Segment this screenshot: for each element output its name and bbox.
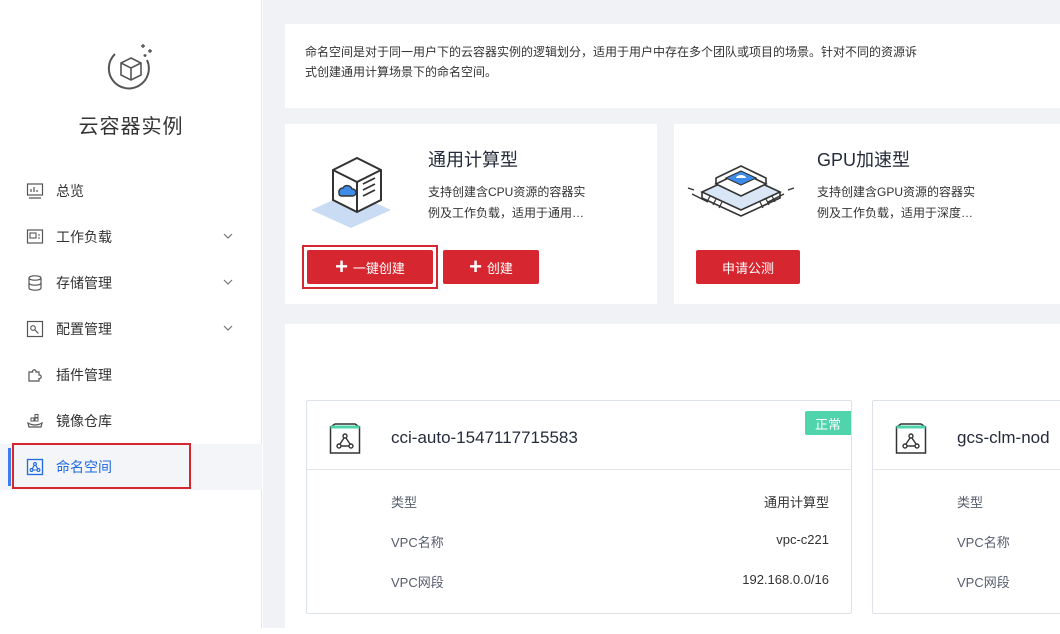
sidebar-item-config[interactable]: 配置管理 — [0, 306, 262, 352]
sidebar-item-label: 镜像仓库 — [56, 413, 112, 429]
sidebar-item-storage[interactable]: 存储管理 — [0, 260, 262, 306]
sidebar-item-image-repo[interactable]: 镜像仓库 — [0, 398, 262, 444]
general-compute-desc: 支持创建含CPU资源的容器实 例及工作负载，适用于通用… — [428, 182, 638, 224]
sidebar-item-label: 工作负载 — [56, 229, 112, 245]
namespace-card[interactable]: gcs-clm-nod 类型 VPC名称 VPC网段 — [872, 400, 1060, 614]
sidebar-nav: 总览 工作负载 存储管理 配置管理 插件管理 镜像仓库 命名空间 — [0, 168, 262, 490]
row-value: vpc-c221 — [776, 532, 829, 547]
namespace-name[interactable]: gcs-clm-nod — [957, 428, 1050, 448]
puzzle-icon — [28, 369, 42, 382]
sidebar-item-label: 存储管理 — [56, 275, 112, 291]
row-key: VPC网段 — [957, 575, 1010, 590]
namespace-vpc-name-row: VPC名称 vpc-c221 — [391, 532, 829, 552]
namespace-description: 命名空间是对于同一用户下的云容器实例的逻辑划分，适用于用户中存在多个团队或项目的… — [285, 24, 1060, 108]
description-line-1: 命名空间是对于同一用户下的云容器实例的逻辑划分，适用于用户中存在多个团队或项目的… — [305, 45, 918, 59]
sidebar-item-workload[interactable]: 工作负载 — [0, 214, 262, 260]
sidebar: 云容器实例 总览 工作负载 存储管理 配置管理 插件管理 镜像仓库 命名空间 — [0, 0, 262, 628]
button-label: 创建 — [486, 260, 513, 276]
product-logo — [0, 38, 262, 99]
gpu-accelerated-card: GPU加速型 支持创建含GPU资源的容器实 例及工作负载，适用于深度… 申请公测 — [674, 124, 1060, 304]
button-label: 一键创建 — [352, 260, 405, 276]
row-key: VPC网段 — [391, 575, 444, 590]
row-value: 通用计算型 — [763, 495, 829, 510]
card-divider — [307, 469, 851, 470]
status-badge: 正常 — [805, 411, 851, 435]
namespace-icon — [895, 423, 927, 454]
namespace-icon — [329, 423, 361, 454]
dashboard-icon — [26, 183, 44, 199]
chevron-down-icon[interactable] — [222, 276, 234, 288]
cci-logo-icon — [107, 44, 152, 90]
general-compute-icon — [311, 156, 391, 228]
plus-icon: + — [335, 254, 348, 279]
row-key: 类型 — [391, 495, 418, 510]
sidebar-item-plugins[interactable]: 插件管理 — [0, 352, 262, 398]
sidebar-item-label: 插件管理 — [56, 367, 112, 383]
row-key: VPC名称 — [391, 535, 444, 550]
workload-icon — [26, 229, 44, 244]
general-compute-title: 通用计算型 — [428, 150, 518, 170]
button-label: 申请公测 — [721, 260, 774, 276]
namespace-vpc-cidr-row: VPC网段 192.168.0.0/16 — [391, 572, 829, 592]
gpu-title: GPU加速型 — [817, 150, 911, 170]
namespace-vpc-name-row: VPC名称 — [957, 532, 1060, 552]
apply-beta-button[interactable]: 申请公测 — [696, 250, 800, 284]
namespace-card[interactable]: cci-auto-1547117715583 正常 类型 通用计算型 VPC名称… — [306, 400, 852, 614]
namespace-name[interactable]: cci-auto-1547117715583 — [391, 428, 578, 448]
one-click-create-button[interactable]: + 一键创建 — [307, 250, 433, 284]
main-content: 命名空间是对于同一用户下的云容器实例的逻辑划分，适用于用户中存在多个团队或项目的… — [263, 0, 1060, 634]
repository-icon — [27, 414, 43, 428]
sidebar-item-label: 配置管理 — [56, 321, 112, 337]
general-compute-card: 通用计算型 支持创建含CPU资源的容器实 例及工作负载，适用于通用… + 一键创… — [285, 124, 657, 304]
sidebar-item-label: 总览 — [56, 183, 84, 199]
config-icon — [26, 320, 44, 338]
card-divider — [873, 469, 1060, 470]
gpu-chip-icon — [687, 165, 795, 217]
plus-icon: + — [469, 254, 482, 279]
chevron-down-icon[interactable] — [222, 322, 234, 334]
create-button[interactable]: + 创建 — [443, 250, 539, 284]
general-desc-line-1: 支持创建含CPU资源的容器实 — [428, 185, 586, 199]
namespace-list-panel: cci-auto-1547117715583 正常 类型 通用计算型 VPC名称… — [285, 324, 1060, 634]
gpu-desc-line-2: 例及工作负载，适用于深度… — [817, 206, 974, 220]
namespace-type-row: 类型 通用计算型 — [391, 492, 829, 512]
row-value: 192.168.0.0/16 — [742, 572, 829, 587]
gpu-desc: 支持创建含GPU资源的容器实 例及工作负载，适用于深度… — [817, 182, 1027, 224]
row-key: VPC名称 — [957, 535, 1010, 550]
namespace-highlight-frame — [12, 443, 191, 489]
gpu-desc-line-1: 支持创建含GPU资源的容器实 — [817, 185, 976, 199]
namespace-vpc-cidr-row: VPC网段 — [957, 572, 1060, 592]
chevron-down-icon[interactable] — [222, 230, 234, 242]
namespace-type-row: 类型 — [957, 492, 1060, 512]
description-line-2: 式创建通用计算场景下的命名空间。 — [305, 65, 498, 79]
sidebar-item-overview[interactable]: 总览 — [0, 168, 262, 214]
product-title: 云容器实例 — [78, 116, 184, 138]
database-icon — [28, 275, 42, 291]
general-desc-line-2: 例及工作负载，适用于通用… — [428, 206, 585, 220]
row-key: 类型 — [957, 495, 984, 510]
